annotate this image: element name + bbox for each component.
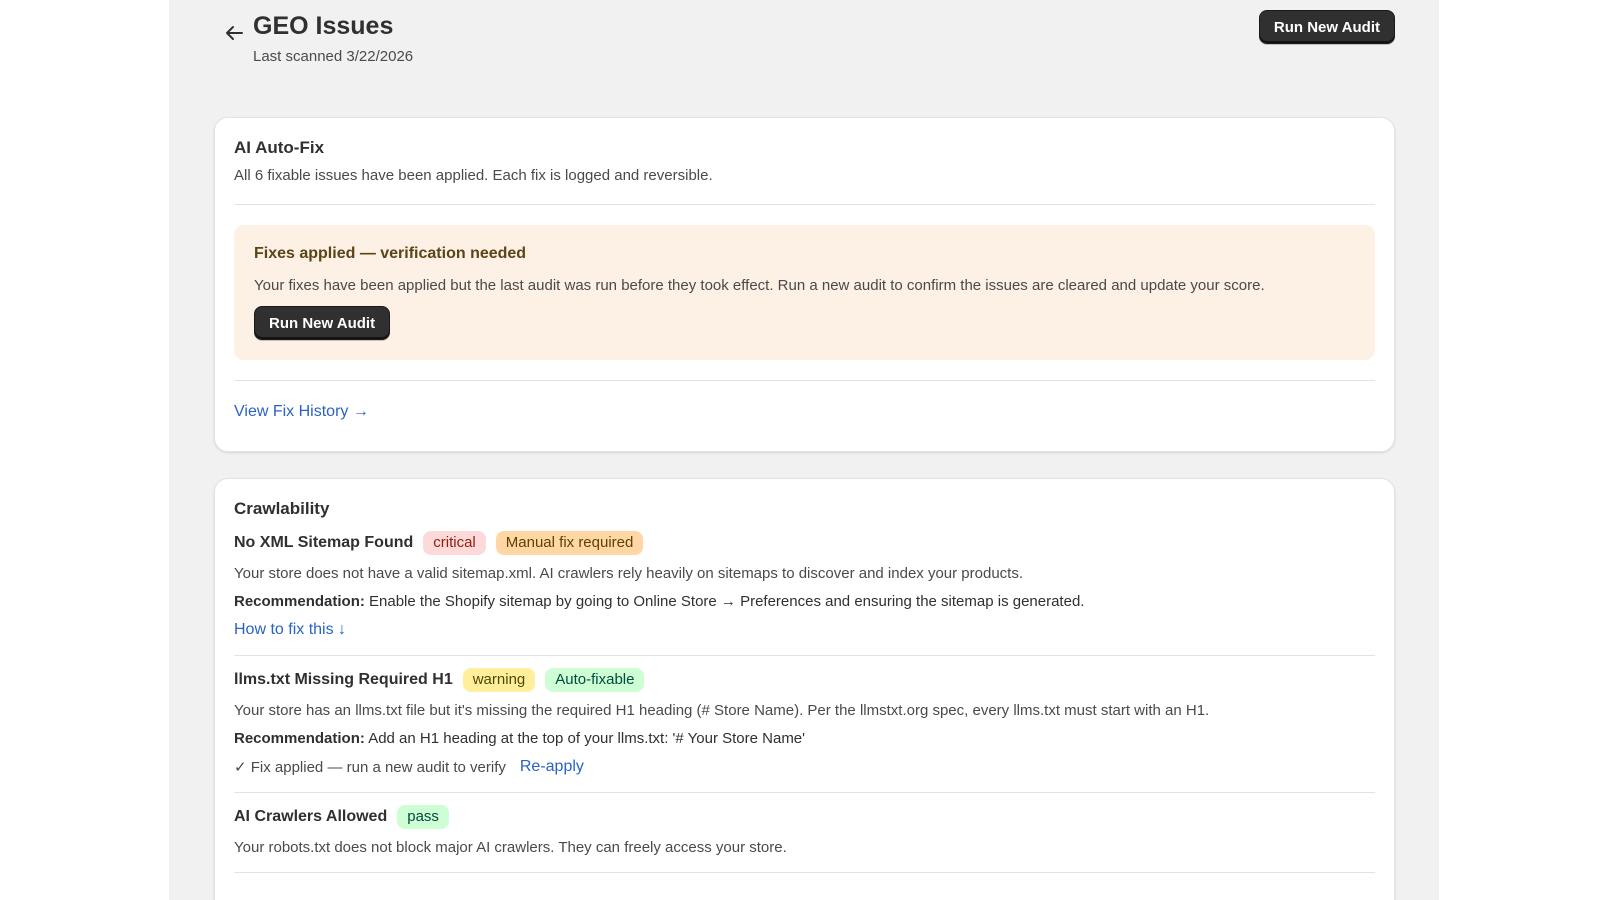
reapply-link[interactable]: Re-apply: [520, 758, 584, 776]
issue-title: llms.txt Missing Required H1: [234, 671, 453, 688]
divider: [234, 380, 1375, 381]
page-header: GEO Issues Last scanned 3/22/2026 Run Ne…: [219, 10, 1395, 70]
verification-banner: Fixes applied — verification needed Your…: [234, 225, 1375, 360]
recommendation-text: Add an H1 heading at the top of your llm…: [364, 730, 806, 747]
recommendation-label: Recommendation:: [234, 593, 365, 610]
recommendation-text: Enable the Shopify sitemap by going to O…: [364, 593, 1085, 610]
app-frame: GEO Issues Last scanned 3/22/2026 Run Ne…: [169, 0, 1439, 900]
severity-badge: warning: [462, 668, 536, 692]
card-title: Crawlability: [234, 499, 330, 518]
run-new-audit-button[interactable]: Run New Audit: [1258, 10, 1395, 44]
issue-item: llms.txt Missing Required H1 warning Aut…: [234, 656, 1375, 792]
issue-recommendation: Recommendation: Enable the Shopify sitem…: [234, 593, 1375, 610]
card-description: All 6 fixable issues have been applied. …: [234, 167, 713, 184]
last-scanned-text: Last scanned 3/22/2026: [253, 48, 414, 65]
severity-badge: critical: [423, 531, 486, 555]
fix-applied-row: ✓ Fix applied — run a new audit to verif…: [234, 758, 1375, 776]
issue-header: No XML Sitemap Found critical Manual fix…: [234, 531, 1375, 555]
how-to-fix-link[interactable]: How to fix this ↓: [234, 621, 346, 638]
issue-description: Your store does not have a valid sitemap…: [234, 565, 1024, 582]
banner-text: Your fixes have been applied but the las…: [254, 277, 1265, 294]
issue-header: llms.txt Missing Required H1 warning Aut…: [234, 668, 1375, 692]
issue-item: No XML Sitemap Found critical Manual fix…: [234, 519, 1375, 655]
recommendation-label: Recommendation:: [234, 730, 365, 747]
banner-run-audit-button[interactable]: Run New Audit: [254, 306, 391, 340]
issue-header: AI Crawlers Allowed pass: [234, 805, 1375, 829]
ai-autofix-card: AI Auto-Fix All 6 fixable issues have be…: [214, 117, 1395, 452]
crawlability-card: Crawlability No XML Sitemap Found critic…: [214, 478, 1395, 900]
issue-description: Your robots.txt does not block major AI …: [234, 839, 787, 856]
fix-applied-text: ✓ Fix applied — run a new audit to verif…: [234, 759, 506, 776]
arrow-left-icon: [224, 25, 244, 46]
issue-title: AI Crawlers Allowed: [234, 808, 388, 825]
status-badge: pass: [397, 805, 449, 829]
page-title: GEO Issues: [253, 12, 394, 40]
banner-title: Fixes applied — verification needed: [254, 245, 527, 262]
issue-recommendation: Recommendation: Add an H1 heading at the…: [234, 730, 1375, 747]
view-fix-history-link[interactable]: View Fix History →: [234, 403, 369, 421]
fix-type-badge: Manual fix required: [495, 531, 644, 555]
issue-title: No XML Sitemap Found: [234, 534, 414, 551]
issue-item: AI Crawlers Allowed pass Your robots.txt…: [234, 793, 1375, 872]
back-button[interactable]: [219, 20, 249, 50]
divider: [234, 872, 1375, 873]
card-title: AI Auto-Fix: [234, 138, 325, 157]
issue-description: Your store has an llms.txt file but it's…: [234, 702, 1210, 719]
divider: [234, 204, 1375, 205]
fix-type-badge: Auto-fixable: [545, 668, 645, 692]
